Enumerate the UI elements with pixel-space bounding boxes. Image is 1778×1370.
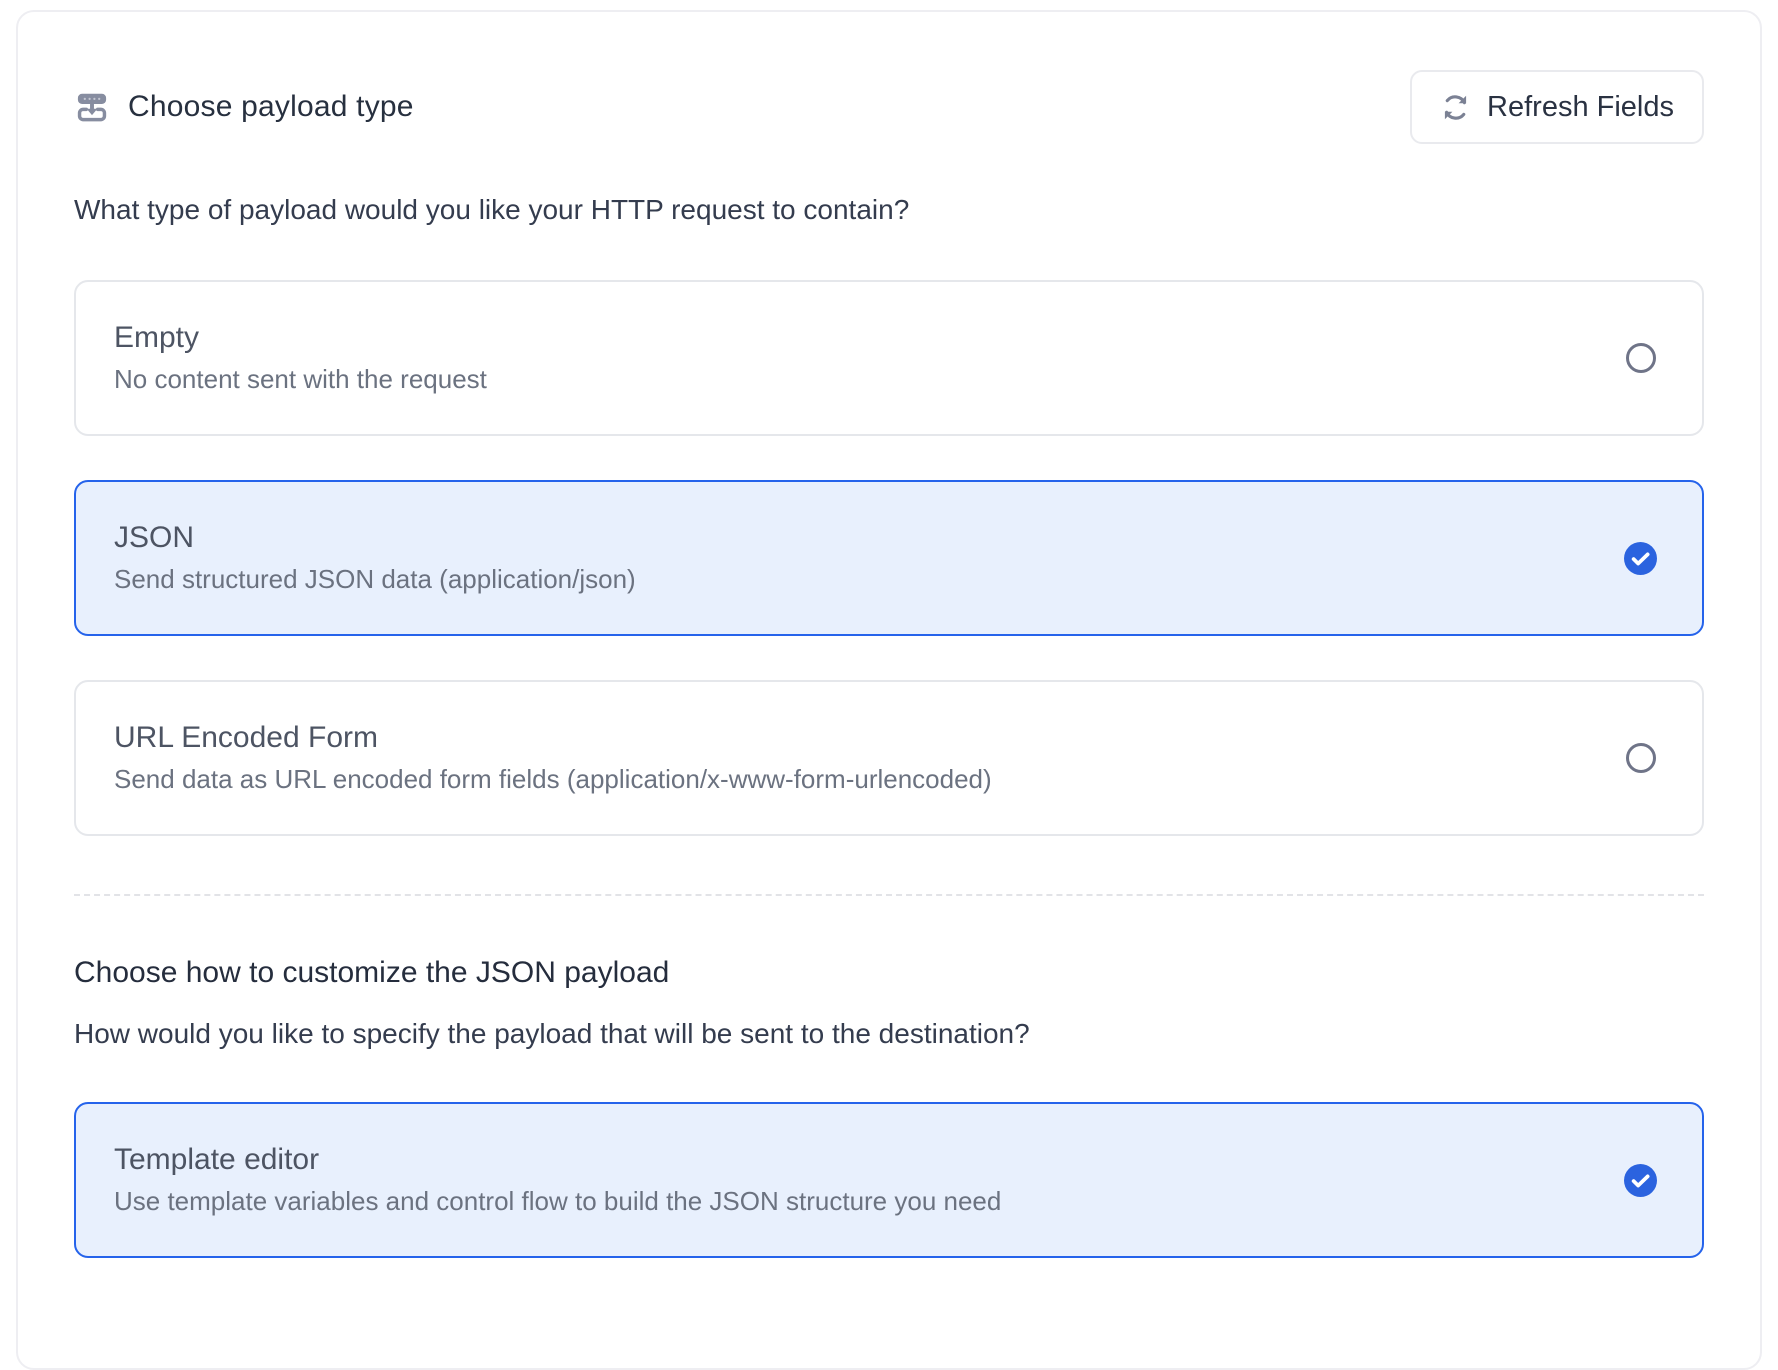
check-circle-icon[interactable] (1624, 542, 1657, 575)
customize-section-title: Choose how to customize the JSON payload (74, 956, 1704, 990)
payload-type-question: What type of payload would you like your… (74, 194, 1704, 226)
payload-type-options: Empty No content sent with the request J… (74, 280, 1704, 836)
refresh-fields-button[interactable]: Refresh Fields (1410, 70, 1704, 144)
customize-options: Template editor Use template variables a… (74, 1102, 1704, 1258)
payload-option-empty[interactable]: Empty No content sent with the request (74, 280, 1704, 436)
refresh-icon (1440, 92, 1471, 123)
option-title: Empty (114, 321, 487, 355)
payload-option-json[interactable]: JSON Send structured JSON data (applicat… (74, 480, 1704, 636)
option-description: Use template variables and control flow … (114, 1186, 1001, 1217)
title-group: Choose payload type (74, 89, 414, 125)
radio-unselected[interactable] (1626, 343, 1656, 373)
payload-option-url-encoded-form[interactable]: URL Encoded Form Send data as URL encode… (74, 680, 1704, 836)
radio-unselected[interactable] (1626, 743, 1656, 773)
option-text: Template editor Use template variables a… (114, 1143, 1001, 1217)
option-title: JSON (114, 521, 636, 555)
option-text: Empty No content sent with the request (114, 321, 487, 395)
panel-header: Choose payload type Refresh Fields (74, 70, 1704, 144)
customize-option-template-editor[interactable]: Template editor Use template variables a… (74, 1102, 1704, 1258)
option-title: Template editor (114, 1143, 1001, 1177)
check-circle-icon[interactable] (1624, 1164, 1657, 1197)
option-title: URL Encoded Form (114, 721, 992, 755)
tray-arrow-down-icon (74, 89, 110, 125)
option-text: URL Encoded Form Send data as URL encode… (114, 721, 992, 795)
section-divider (74, 894, 1704, 896)
option-text: JSON Send structured JSON data (applicat… (114, 521, 636, 595)
customize-section-question: How would you like to specify the payloa… (74, 1018, 1704, 1050)
payload-settings-panel: Choose payload type Refresh Fields What … (16, 10, 1762, 1370)
option-description: Send data as URL encoded form fields (ap… (114, 764, 992, 795)
refresh-fields-label: Refresh Fields (1487, 91, 1674, 124)
option-description: No content sent with the request (114, 364, 487, 395)
option-description: Send structured JSON data (application/j… (114, 564, 636, 595)
page-title: Choose payload type (128, 90, 414, 124)
